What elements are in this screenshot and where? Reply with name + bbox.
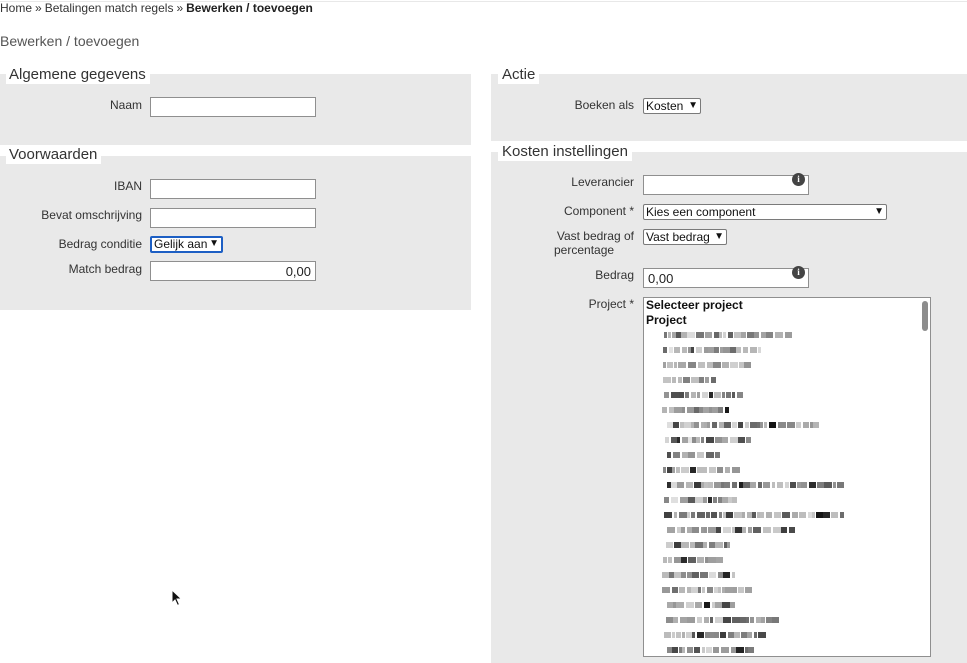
project-option-redacted[interactable]: [644, 643, 930, 656]
listbox-scrollbar[interactable]: [922, 301, 928, 331]
project-listbox[interactable]: Selecteer project Project: [643, 297, 931, 657]
chevron-down-icon: ▼: [688, 100, 698, 111]
project-option-redacted[interactable]: [644, 538, 930, 553]
fixed-or-percentage-select[interactable]: Vast bedrag ▼: [643, 229, 727, 245]
book-as-select[interactable]: Kosten ▼: [643, 98, 701, 114]
project-option-redacted[interactable]: [644, 388, 930, 403]
breadcrumb-separator: »: [35, 1, 42, 15]
match-amount-label: Match bedrag: [68, 262, 142, 276]
project-option-redacted[interactable]: [644, 433, 930, 448]
supplier-label: Leverancier: [571, 175, 634, 189]
breadcrumb-rules[interactable]: Betalingen match regels: [45, 1, 174, 15]
name-label: Naam: [109, 98, 142, 112]
project-option-redacted[interactable]: [644, 553, 930, 568]
project-option-redacted[interactable]: [644, 493, 930, 508]
project-option-list: [644, 328, 930, 656]
info-icon[interactable]: i: [792, 173, 805, 186]
name-input[interactable]: [150, 97, 316, 117]
project-option-redacted[interactable]: [644, 403, 930, 418]
project-option-redacted[interactable]: [644, 478, 930, 493]
breadcrumb-separator: »: [176, 1, 184, 15]
project-option-redacted[interactable]: [644, 583, 930, 598]
breadcrumb: Home» Betalingen match regels» Bewerken / …: [0, 1, 313, 15]
project-option-redacted[interactable]: [644, 523, 930, 538]
component-value: Kies een component: [646, 205, 756, 219]
project-option-redacted[interactable]: [644, 328, 930, 343]
chevron-down-icon: ▼: [714, 231, 724, 242]
component-select[interactable]: Kies een component ▼: [643, 204, 887, 220]
component-label: Component *: [563, 204, 634, 218]
fixed-or-percentage-label-line2: percentage: [554, 243, 615, 257]
project-label: Project *: [588, 297, 634, 311]
book-as-value: Kosten: [646, 99, 684, 113]
project-option-redacted[interactable]: [644, 598, 930, 613]
general-legend: Algemene gegevens: [6, 66, 150, 84]
book-as-label: Boeken als: [574, 98, 634, 112]
project-option-redacted[interactable]: [644, 448, 930, 463]
project-option-redacted[interactable]: [644, 373, 930, 388]
project-option-redacted[interactable]: [644, 568, 930, 583]
amount-condition-value: Gelijk aan: [154, 237, 208, 251]
fixed-or-percentage-value: Vast bedrag: [646, 230, 710, 244]
iban-label: IBAN: [113, 179, 142, 193]
breadcrumb-home[interactable]: Home: [0, 1, 32, 15]
breadcrumb-current: Bewerken / toevoegen: [186, 1, 313, 15]
project-option-redacted[interactable]: [644, 418, 930, 433]
fixed-or-percentage-label-line1: Vast bedrag of: [556, 229, 634, 243]
project-option-redacted[interactable]: [644, 628, 930, 643]
project-option-redacted[interactable]: [644, 463, 930, 478]
fixed-or-percentage-label: Vast bedrag of percentage: [491, 229, 634, 257]
conditions-legend: Voorwaarden: [6, 146, 102, 164]
description-label: Bevat omschrijving: [41, 208, 142, 222]
project-option-redacted[interactable]: [644, 613, 930, 628]
iban-input[interactable]: [150, 179, 316, 199]
supplier-input[interactable]: [643, 175, 809, 195]
cost-amount-input[interactable]: 0,00: [643, 268, 809, 288]
project-option-redacted[interactable]: [644, 358, 930, 373]
page-title: Bewerken / toevoegen: [0, 33, 140, 49]
match-amount-input[interactable]: 0,00: [150, 261, 316, 281]
chevron-down-icon: ▼: [874, 206, 884, 217]
mouse-pointer-icon: [171, 589, 183, 607]
project-option-placeholder[interactable]: Selecteer project: [644, 298, 930, 313]
project-option-redacted[interactable]: [644, 343, 930, 358]
action-legend: Actie: [498, 66, 540, 84]
amount-condition-label: Bedrag conditie: [58, 237, 142, 251]
cost-settings-legend: Kosten instellingen: [498, 143, 632, 161]
description-input[interactable]: [150, 208, 316, 228]
cost-amount-label: Bedrag: [595, 268, 634, 282]
amount-condition-select[interactable]: Gelijk aan ▼: [150, 236, 223, 253]
project-option-group: Project: [646, 313, 687, 327]
info-icon[interactable]: i: [792, 266, 805, 279]
chevron-down-icon: ▼: [209, 238, 219, 249]
project-option-redacted[interactable]: [644, 508, 930, 523]
